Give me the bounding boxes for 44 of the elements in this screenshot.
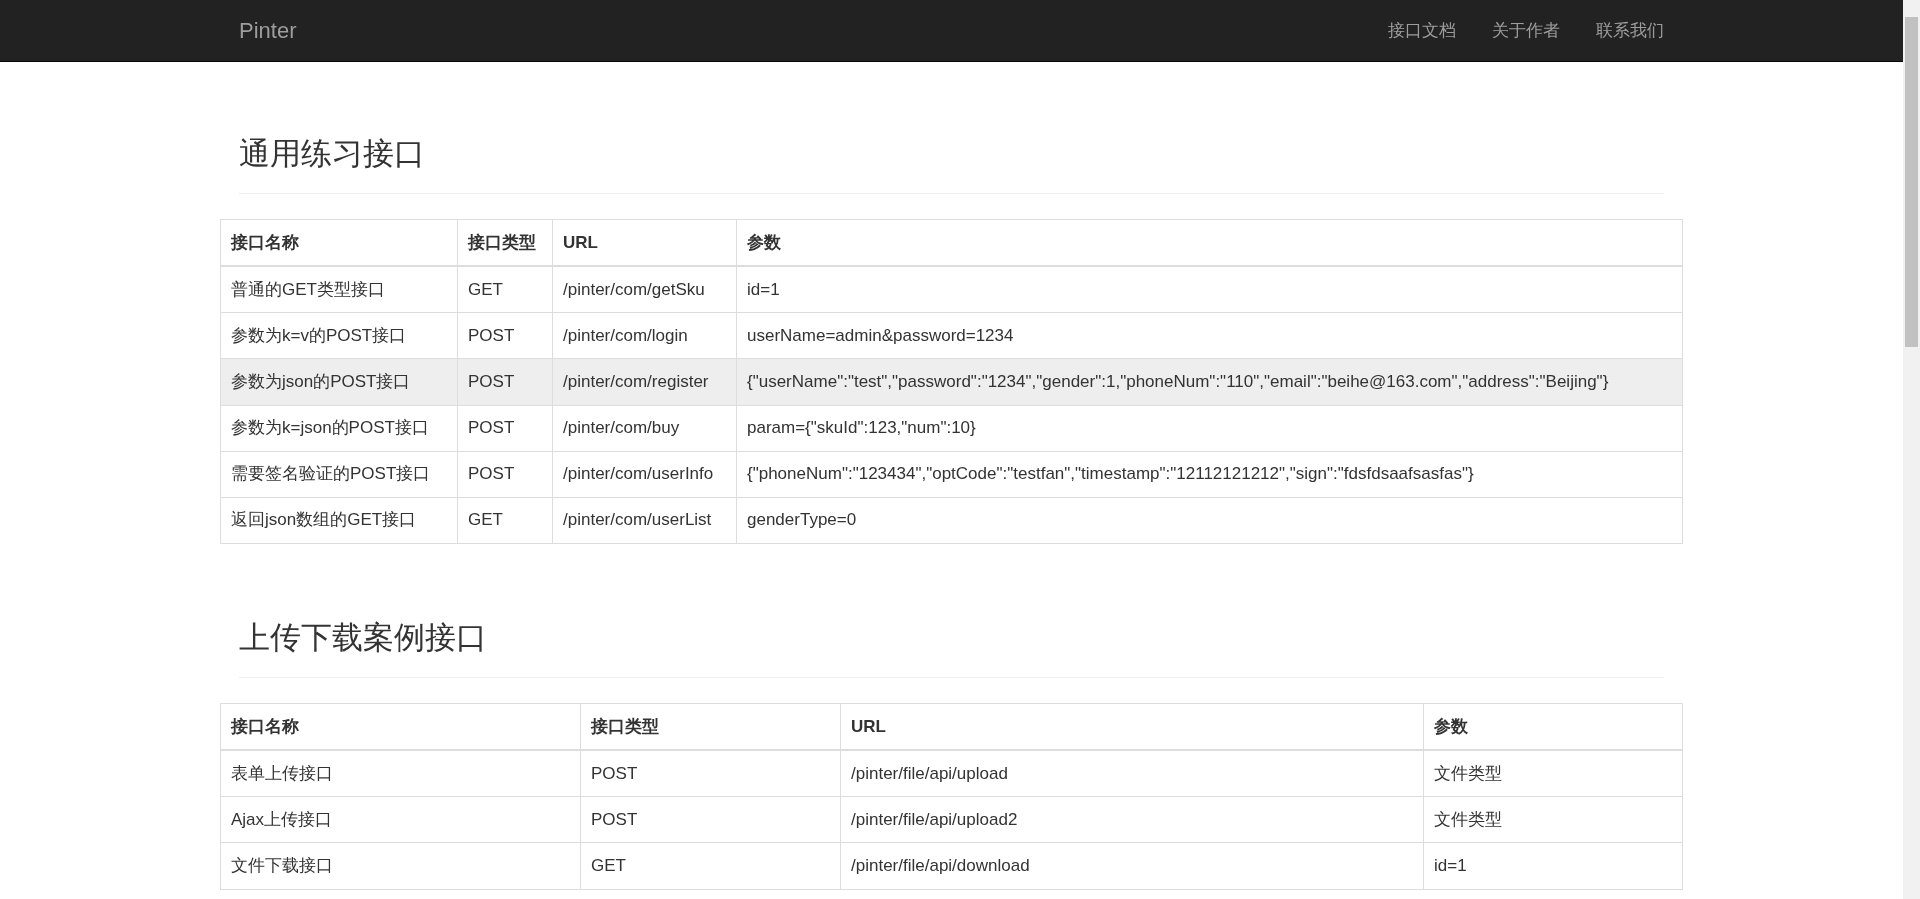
table-cell: 文件类型 bbox=[1423, 796, 1683, 843]
table-cell: POST bbox=[580, 796, 841, 843]
table-cell: 参数为json的POST接口 bbox=[220, 358, 458, 406]
table-cell: /pinter/file/api/download bbox=[840, 842, 1424, 890]
table-cell: /pinter/com/buy bbox=[552, 405, 737, 452]
table-cell: id=1 bbox=[1423, 842, 1683, 890]
table-cell: 文件下载接口 bbox=[220, 842, 581, 890]
table-cell: /pinter/file/api/upload bbox=[840, 750, 1424, 797]
section-heading: 通用练习接口 bbox=[239, 119, 1664, 195]
scrollbar-thumb[interactable] bbox=[1905, 17, 1918, 347]
table-cell: 参数为k=v的POST接口 bbox=[220, 312, 458, 359]
table-cell: /pinter/com/login bbox=[552, 312, 737, 359]
table-cell: POST bbox=[457, 312, 553, 359]
table-cell: 普通的GET类型接口 bbox=[220, 266, 458, 313]
table-cell: GET bbox=[580, 842, 841, 890]
table-cell: param={"skuId":123,"num":10} bbox=[736, 405, 1683, 452]
nav-link[interactable]: 关于作者 bbox=[1492, 19, 1560, 42]
table-cell: {"userName":"test","password":"1234","gender":1,"phoneNum":"110","email":"beihe@163.com","address":"Beijing"} bbox=[736, 358, 1683, 406]
table-cell: 文件类型 bbox=[1423, 750, 1683, 797]
table-cell: /pinter/com/register bbox=[552, 358, 737, 406]
table-cell: genderType=0 bbox=[736, 497, 1683, 544]
brand-link[interactable]: Pinter bbox=[239, 17, 297, 44]
table-cell: POST bbox=[457, 405, 553, 452]
table-cell: 参数为k=json的POST接口 bbox=[220, 405, 458, 452]
table-cell: Ajax上传接口 bbox=[220, 796, 581, 843]
nav-link[interactable]: 接口文档 bbox=[1388, 19, 1456, 42]
table-cell: /pinter/com/getSku bbox=[552, 266, 737, 313]
table-cell: /pinter/com/userList bbox=[552, 497, 737, 544]
section-heading: 上传下载案例接口 bbox=[239, 602, 1664, 679]
table-cell: /pinter/file/api/upload2 bbox=[840, 796, 1424, 843]
table-cell: id=1 bbox=[736, 266, 1683, 313]
table-cell: GET bbox=[457, 497, 553, 544]
table-cell: GET bbox=[457, 266, 553, 313]
table-cell: userName=admin&password=1234 bbox=[736, 312, 1683, 359]
nav-link[interactable]: 联系我们 bbox=[1596, 19, 1664, 42]
table-cell: {"phoneNum":"123434","optCode":"testfan","timestamp":"12112121212","sign":"fdsfdsaafsasfas"} bbox=[736, 451, 1683, 498]
table-cell: /pinter/com/userInfo bbox=[552, 451, 737, 498]
table-cell: 返回json数组的GET接口 bbox=[220, 497, 458, 544]
table-cell: 需要签名验证的POST接口 bbox=[220, 451, 458, 498]
table-cell: POST bbox=[580, 750, 841, 797]
table-cell: POST bbox=[457, 358, 553, 406]
table-cell: 表单上传接口 bbox=[220, 750, 581, 797]
scrollbar[interactable] bbox=[1903, 0, 1920, 899]
table-cell: POST bbox=[457, 451, 553, 498]
